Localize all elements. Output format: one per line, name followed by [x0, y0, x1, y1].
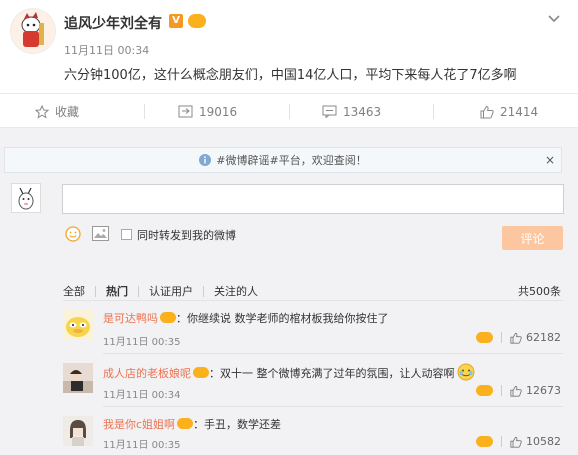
filter-hot[interactable]: 热门	[106, 283, 128, 299]
reply-icon[interactable]	[476, 436, 493, 447]
favorite-label: 收藏	[55, 105, 80, 119]
comment-avatar[interactable]	[63, 416, 93, 446]
comment-divider	[103, 353, 563, 354]
repost-button[interactable]: 19016	[178, 94, 237, 129]
comment-icon	[322, 105, 337, 118]
filter-separator	[203, 285, 204, 297]
author-name[interactable]: 追风少年刘全有	[64, 13, 162, 33]
level-badge-icon	[160, 312, 176, 323]
level-badge-icon	[193, 367, 209, 378]
emoji-icon[interactable]	[65, 226, 81, 242]
repost-count: 19016	[199, 104, 238, 119]
thumbs-up-icon	[480, 105, 494, 118]
filter-separator	[138, 285, 139, 297]
comment-item: 成人店的老板娘呢 ：双十一 整个微博充满了过年的氛围，让人动容啊 11月11日 0…	[63, 361, 563, 407]
filter-separator	[95, 285, 96, 297]
comment-total: 共500条	[518, 285, 561, 298]
my-avatar[interactable]	[11, 183, 41, 213]
comment-count: 13463	[343, 104, 382, 119]
info-icon	[199, 154, 212, 166]
comment-text: ：你继续说 数学老师的棺材板我给你按住了	[176, 312, 389, 325]
thumbs-up-icon[interactable]	[510, 332, 522, 344]
comment-divider	[103, 406, 563, 407]
comment-time: 11月11日 00:35	[103, 337, 181, 348]
filter-all[interactable]: 全部	[63, 283, 85, 299]
action-bar: 收藏 19016 13463 21414	[0, 93, 578, 128]
rumor-notice-bar: #微博辟谣#平台，欢迎查阅！ ×	[4, 147, 562, 173]
comment-text: ：手丑，数学还差	[193, 418, 282, 431]
forward-checkbox[interactable]	[121, 229, 132, 240]
reply-icon[interactable]	[476, 385, 493, 396]
comment-filters: 全部 热门 认证用户 关注的人	[63, 283, 258, 299]
submit-comment-button[interactable]: 评论	[502, 226, 563, 250]
comment-actions: 62182	[476, 331, 561, 344]
level-badge-icon	[188, 14, 206, 28]
thumbs-up-icon[interactable]	[510, 436, 522, 448]
notice-text[interactable]: #微博辟谣#平台，欢迎查阅！	[216, 152, 366, 168]
post-text: 六分钟100亿，这什么概念朋友们，中国14亿人口，平均下来每人花了7亿多啊	[64, 68, 517, 83]
emoji-icon	[457, 363, 475, 384]
comment-like-count: 10582	[526, 435, 561, 448]
comment-username[interactable]: 是可达鸭吗	[103, 312, 158, 325]
forward-label: 同时转发到我的微博	[137, 229, 236, 242]
filter-divider	[63, 300, 563, 301]
comment-actions: 10582	[476, 435, 561, 448]
comment-button[interactable]: 13463	[322, 94, 381, 129]
level-badge-icon	[177, 418, 194, 429]
chevron-down-icon[interactable]	[546, 10, 562, 26]
comment-text-line: 成人店的老板娘呢 ：双十一 整个微博充满了过年的氛围，让人动容啊	[103, 363, 475, 384]
comment-text-line: 是可达鸭吗 ：你继续说 数学老师的棺材板我给你按住了	[103, 310, 389, 326]
comment-input[interactable]	[62, 184, 564, 214]
post-time[interactable]: 11月11日 00:34	[64, 42, 149, 58]
star-icon	[35, 104, 49, 119]
comment-text-line: 我是你c姐姐啊 ：手丑，数学还差	[103, 416, 281, 432]
repost-icon	[178, 105, 193, 118]
comment-actions: 12673	[476, 384, 561, 397]
comment-avatar[interactable]	[63, 363, 93, 393]
comment-time: 11月11日 00:35	[103, 440, 181, 451]
comment-text: ：双十一 整个微博充满了过年的氛围，让人动容啊	[209, 367, 455, 380]
filter-following[interactable]: 关注的人	[214, 283, 258, 299]
comment-like-count: 62182	[526, 331, 561, 344]
comment-username[interactable]: 我是你c姐姐啊	[103, 418, 175, 431]
comment-avatar[interactable]	[63, 310, 93, 340]
weibo-post: 追风少年刘全有 V 11月11日 00:34 六分钟100亿，这什么概念朋友们，…	[0, 0, 578, 93]
image-icon[interactable]	[92, 226, 109, 241]
comment-item: 是可达鸭吗 ：你继续说 数学老师的棺材板我给你按住了 11月11日 00:35 6…	[63, 308, 563, 354]
comment-username[interactable]: 成人店的老板娘呢	[103, 367, 191, 380]
like-count: 21414	[500, 104, 539, 119]
close-icon[interactable]: ×	[545, 153, 555, 167]
author-avatar[interactable]	[10, 8, 56, 54]
comment-time: 11月11日 00:34	[103, 390, 181, 401]
verified-badge-icon: V	[169, 14, 183, 28]
thumbs-up-icon[interactable]	[510, 385, 522, 397]
like-button[interactable]: 21414	[480, 94, 538, 129]
comment-like-count: 12673	[526, 384, 561, 397]
filter-verified[interactable]: 认证用户	[149, 283, 193, 299]
favorite-button[interactable]: 收藏	[35, 94, 79, 129]
comment-item: 我是你c姐姐啊 ：手丑，数学还差 11月11日 00:35 10582	[63, 414, 563, 455]
reply-icon[interactable]	[476, 332, 493, 343]
